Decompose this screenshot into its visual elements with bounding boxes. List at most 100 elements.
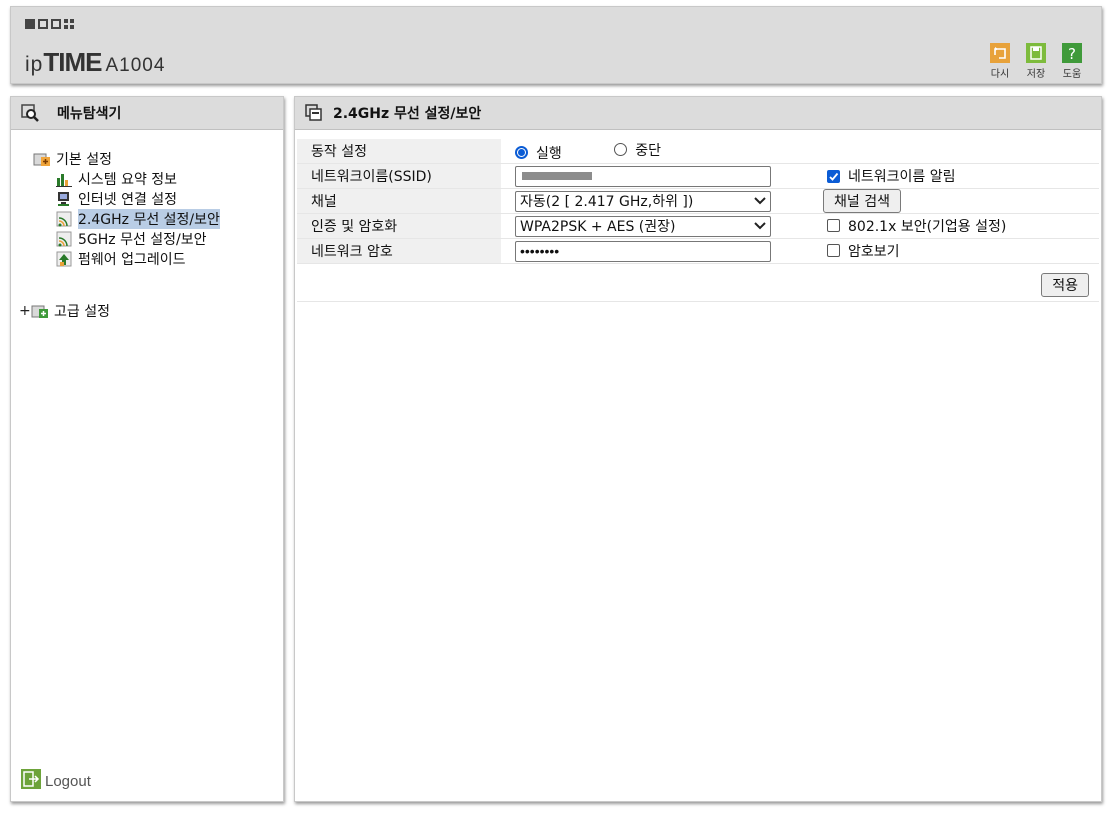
folder-plus-icon: [31, 302, 49, 320]
sidebar-item-system-summary[interactable]: 시스템 요약 정보: [55, 169, 220, 189]
password-input[interactable]: ••••••••: [515, 240, 771, 262]
settings-panel: 2.4GHz 무선 설정/보안 동작 설정 실행 중단 네트워크이름(SSID)…: [294, 96, 1102, 802]
radio-stop-dot: [614, 143, 628, 156]
logo-squares-icon: [25, 19, 74, 29]
ssid-redacted: [522, 172, 592, 180]
svg-text:?: ?: [1068, 45, 1076, 63]
dot1x-checkbox[interactable]: 802.1x 보안(기업용 설정): [827, 216, 1006, 236]
menu-explorer: 메뉴탐색기 기본 설정 시스템 요약 정보 인터넷 연결 설정 2.4GHz 무…: [10, 96, 284, 802]
form-row-password: 네트워크 암호 •••••••• 암호보기: [297, 238, 1099, 264]
help-button[interactable]: ? 도움: [1057, 43, 1087, 80]
brand-logo: ipTIME A1004: [25, 47, 165, 78]
apply-button[interactable]: 적용: [1041, 273, 1089, 297]
channel-scan-button[interactable]: 채널 검색: [823, 189, 901, 213]
wifi-icon: [55, 210, 73, 228]
monitor-icon: [55, 190, 73, 208]
ssid-announce-label: 네트워크이름 알림: [848, 169, 956, 185]
show-password-label: 암호보기: [848, 243, 900, 260]
menu-tree: 기본 설정 시스템 요약 정보 인터넷 연결 설정 2.4GHz 무선 설정/보…: [19, 149, 220, 321]
window-icon: [305, 104, 323, 122]
magnifier-icon: [21, 104, 39, 122]
undo-label: 다시: [990, 69, 1010, 80]
chevron-down-icon: [754, 218, 766, 234]
channel-value: 자동(2 [ 2.417 GHz,하위 ]): [520, 194, 694, 210]
channel-select[interactable]: 자동(2 [ 2.417 GHz,하위 ]): [515, 190, 771, 212]
logout-icon: [21, 769, 41, 793]
auth-cell: WPA2PSK + AES (권장): [501, 213, 797, 239]
top-header: ipTIME A1004 다시 저장 ? 도움: [10, 6, 1102, 84]
radio-run-label: 실행: [536, 145, 562, 162]
chart-icon: [55, 170, 73, 188]
save-label: 저장: [1026, 69, 1046, 80]
radio-stop-label: 중단: [635, 142, 661, 159]
model-name: A1004: [105, 55, 166, 76]
show-password-cell: 암호보기: [797, 238, 1099, 264]
password-cell: ••••••••: [501, 238, 797, 264]
password-label: 네트워크 암호: [297, 238, 501, 264]
sidebar-item-label: 2.4GHz 무선 설정/보안: [78, 209, 220, 229]
channel-cell: 자동(2 [ 2.417 GHz,하위 ]): [501, 188, 797, 214]
folder-plus-icon: [33, 150, 51, 168]
sidebar-item-internet[interactable]: 인터넷 연결 설정: [55, 189, 220, 209]
sidebar-item-label: 시스템 요약 정보: [78, 172, 178, 188]
divider: [297, 301, 1099, 302]
brand-ip: ip: [25, 53, 44, 76]
expand-icon[interactable]: +: [19, 303, 31, 319]
dot1x-label: 802.1x 보안(기업용 설정): [848, 218, 1007, 235]
chevron-down-icon: [754, 193, 766, 209]
radio-stop[interactable]: 중단: [614, 140, 661, 160]
help-label: 도움: [1062, 69, 1082, 80]
form-row-ssid: 네트워크이름(SSID) 네트워크이름 알림: [297, 163, 1099, 189]
sidebar-item-firmware[interactable]: 펌웨어 업그레이드: [55, 249, 220, 269]
tree-group-advanced[interactable]: + 고급 설정: [19, 301, 220, 321]
show-password-checkbox[interactable]: 암호보기: [827, 241, 900, 261]
sidebar-item-wireless-5ghz[interactable]: 5GHz 무선 설정/보안: [55, 229, 220, 249]
toolbar: 다시 저장 ? 도움: [985, 43, 1087, 80]
menu-explorer-header: 메뉴탐색기: [11, 97, 283, 130]
logout-button[interactable]: Logout: [21, 769, 91, 793]
checkbox-checked-icon: [827, 169, 840, 183]
logout-label: Logout: [45, 772, 91, 790]
sidebar-item-label: 5GHz 무선 설정/보안: [78, 232, 207, 248]
menu-explorer-title: 메뉴탐색기: [57, 106, 122, 122]
checkbox-empty-icon: [827, 244, 840, 258]
save-icon: [1026, 43, 1046, 63]
password-value: ••••••••: [520, 243, 560, 259]
undo-button[interactable]: 다시: [985, 43, 1015, 80]
ssid-cell: [501, 163, 797, 189]
page-title: 2.4GHz 무선 설정/보안: [333, 106, 482, 122]
ssid-announce-checkbox[interactable]: 네트워크이름 알림: [827, 166, 956, 186]
apply-row: 적용: [1041, 273, 1089, 297]
ssid-input[interactable]: [515, 165, 771, 187]
ssid-announce-cell: 네트워크이름 알림: [797, 163, 1099, 189]
auth-select[interactable]: WPA2PSK + AES (권장): [515, 215, 771, 237]
checkbox-empty-icon: [827, 219, 840, 233]
save-button[interactable]: 저장: [1021, 43, 1051, 80]
upgrade-icon: [55, 250, 73, 268]
form-row-channel: 채널 자동(2 [ 2.417 GHz,하위 ]) 채널 검색: [297, 188, 1099, 214]
form-row-auth: 인증 및 암호화 WPA2PSK + AES (권장) 802.1x 보안(기업…: [297, 213, 1099, 239]
channel-scan-cell: 채널 검색: [797, 188, 1099, 214]
ssid-label: 네트워크이름(SSID): [297, 163, 501, 189]
operation-label: 동작 설정: [297, 139, 501, 164]
auth-value: WPA2PSK + AES (권장): [520, 219, 676, 235]
form-row-operation: 동작 설정 실행 중단: [297, 139, 1099, 164]
radio-run[interactable]: 실행: [515, 143, 562, 163]
brand-time: TIME: [43, 47, 102, 77]
undo-icon: [990, 43, 1010, 63]
dot1x-cell: 802.1x 보안(기업용 설정): [797, 213, 1099, 239]
settings-panel-header: 2.4GHz 무선 설정/보안: [295, 97, 1101, 130]
help-icon: ?: [1062, 43, 1082, 63]
tree-group-basic-label: 기본 설정: [56, 152, 112, 168]
auth-label: 인증 및 암호화: [297, 213, 501, 239]
radio-run-dot: [515, 146, 528, 159]
sidebar-item-label: 인터넷 연결 설정: [78, 192, 178, 208]
sidebar-item-label: 펌웨어 업그레이드: [78, 252, 186, 268]
wifi-icon: [55, 230, 73, 248]
tree-group-basic[interactable]: 기본 설정: [33, 149, 220, 169]
sidebar-item-wireless-24ghz[interactable]: 2.4GHz 무선 설정/보안: [55, 209, 220, 229]
wireless-settings-form: 동작 설정 실행 중단 네트워크이름(SSID) 네트워크이름 알림 채널 자동…: [297, 139, 1099, 264]
channel-label: 채널: [297, 188, 501, 214]
operation-options: 실행 중단: [501, 139, 1099, 164]
tree-group-advanced-label: 고급 설정: [54, 304, 110, 320]
